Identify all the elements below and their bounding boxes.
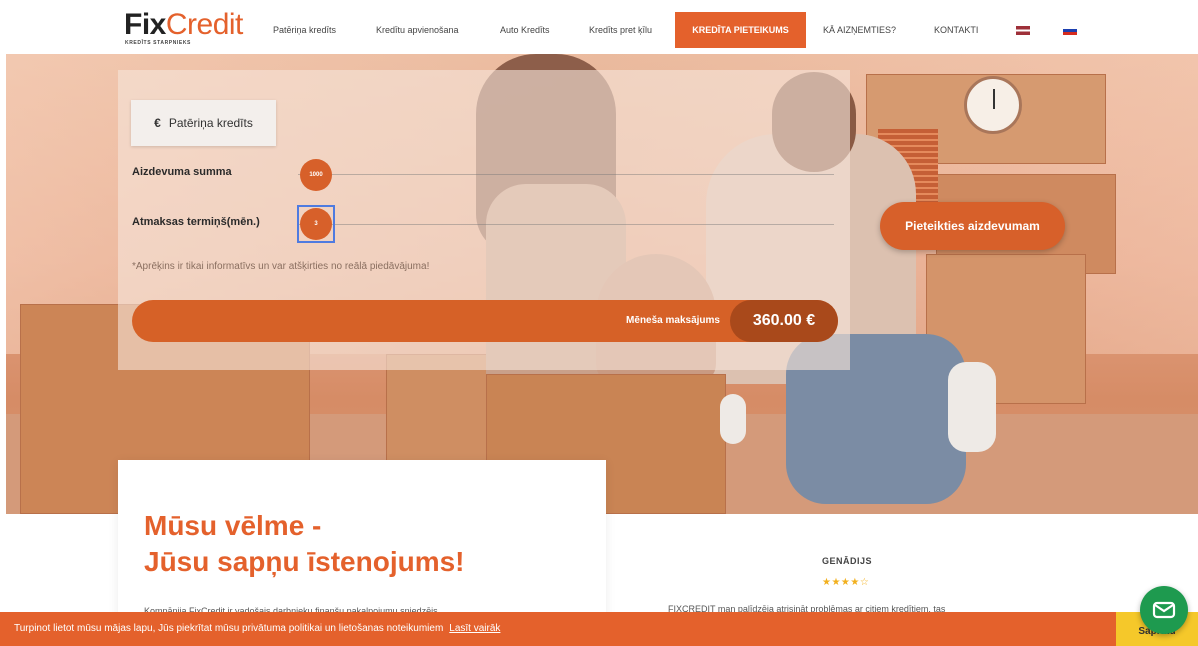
apply-loan-button[interactable]: Pieteikties aizdevumam [880,202,1065,250]
cookie-text-wrap: Turpinot lietot mūsu mājas lapu, Jūs pie… [14,612,500,646]
wall-clock-image [964,76,1022,134]
term-label: Atmaksas termiņš(mēn.) [132,216,260,228]
review-rating-stars: ★★★★☆ [822,577,870,588]
nav-item-how-to-borrow[interactable]: KĀ AIZŅEMTIES? [823,12,896,48]
tab-consumer-credit[interactable]: € Patēriņa kredīts [131,100,276,146]
hero-shoe [948,362,996,452]
review-author: GENĀDIJS [822,556,873,566]
site-header: FixCredit KREDĪTS STARPNIEKS Patēriņa kr… [0,0,1198,54]
nav-item-contacts[interactable]: KONTAKTI [934,12,978,48]
chat-message-button[interactable] [1140,586,1188,634]
lv-flag-icon[interactable] [1016,26,1030,35]
cookie-message: Turpinot lietot mūsu mājas lapu, Jūs pie… [14,623,444,634]
term-slider-track[interactable] [298,224,834,225]
monthly-payment-label: Mēneša maksājums [626,315,720,326]
nav-item-pledge-credit[interactable]: Kredīts pret ķīlu [589,12,652,48]
amount-label: Aizdevuma summa [132,166,232,178]
mission-title-line1: Mūsu vēlme - [144,510,322,541]
tab-label: Patēriņa kredīts [168,116,253,130]
amount-slider-thumb[interactable]: 1000 [300,159,332,191]
message-icon [1152,601,1176,619]
calculator-disclaimer: *Aprēķins ir tikai informatīvs un var at… [132,261,430,272]
nav-item-consumer-credit[interactable]: Patēriņa kredīts [273,12,336,48]
mission-title-line2: Jūsu sapņu īstenojums! [144,546,465,577]
hero-shoe [720,394,746,444]
loan-calculator: € Patēriņa kredīts Aizdevuma summa 1000 … [118,70,850,370]
fixcredit-logo[interactable]: FixCredit KREDĪTS STARPNIEKS [124,10,254,50]
ru-flag-icon[interactable] [1063,26,1077,35]
nav-item-auto-credit[interactable]: Auto Kredīts [500,12,550,48]
nav-item-credit-application[interactable]: KREDĪTA PIETEIKUMS [675,12,806,48]
cookie-consent-bar: Turpinot lietot mūsu mājas lapu, Jūs pie… [0,612,1198,646]
logo-wordmark: FixCredit [124,8,243,41]
amount-slider-track[interactable] [298,174,834,175]
nav-item-credit-consolidation[interactable]: Kredītu apvienošana [376,12,459,48]
euro-icon: € [154,116,161,130]
logo-tagline: KREDĪTS STARPNIEKS [125,40,191,46]
monthly-payment-value: 360.00 € [730,300,838,342]
monthly-payment-bar: Mēneša maksājums 360.00 € [132,300,838,342]
term-slider-thumb[interactable]: 3 [300,208,332,240]
cookie-read-more-link[interactable]: Lasīt vairāk [449,623,500,634]
